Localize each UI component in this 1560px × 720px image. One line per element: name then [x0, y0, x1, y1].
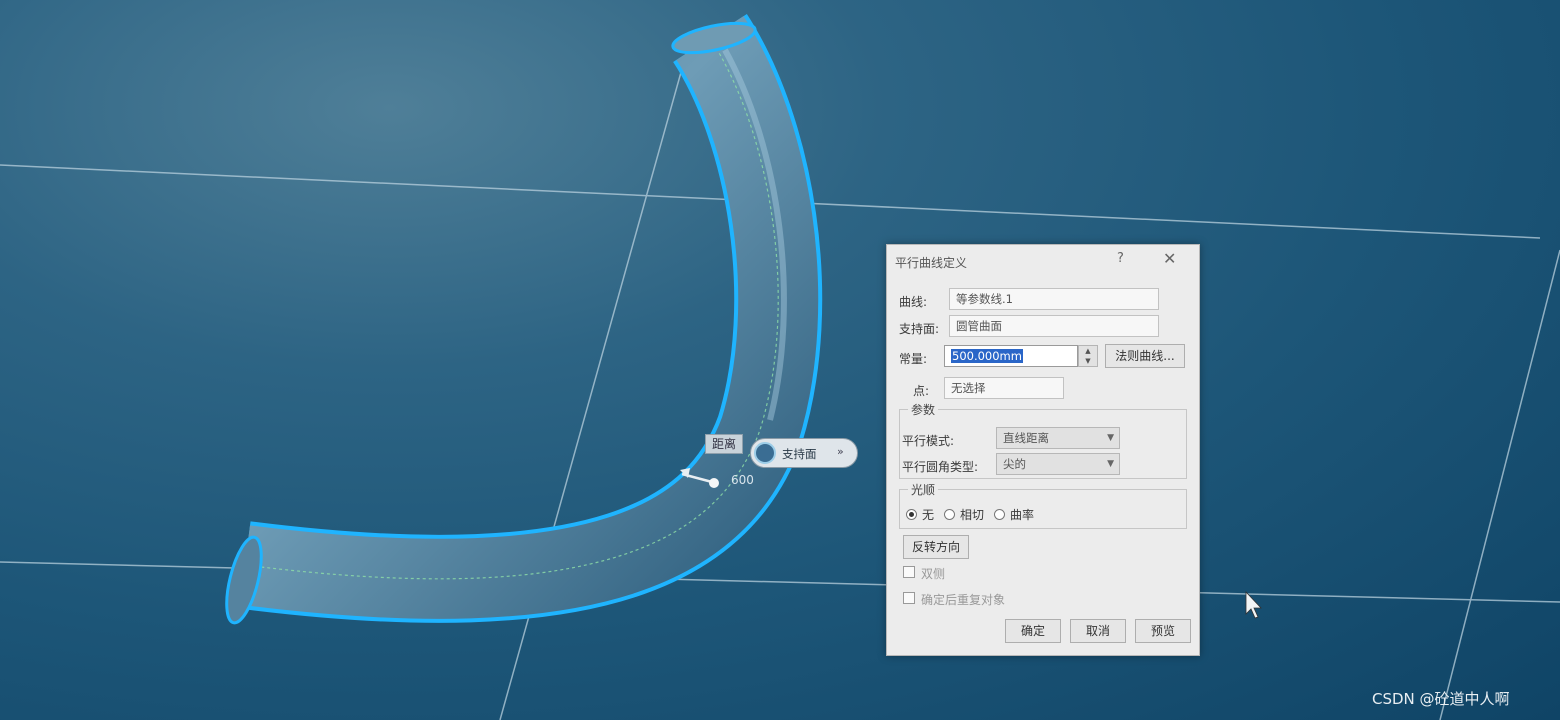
- corner-type-select[interactable]: 尖的 ▼: [996, 453, 1120, 475]
- smooth-curvature-radio[interactable]: [994, 509, 1005, 520]
- support-tag-label: 支持面: [782, 447, 817, 461]
- corner-type-label: 平行圆角类型:: [902, 460, 979, 474]
- help-icon[interactable]: ?: [1117, 251, 1124, 266]
- support-tag[interactable]: 支持面 »: [750, 438, 858, 468]
- preview-button[interactable]: 预览: [1135, 619, 1191, 643]
- distance-tag[interactable]: 距离: [705, 434, 744, 454]
- repeat-object-checkbox[interactable]: [903, 592, 915, 604]
- parameters-group-title: 参数: [908, 401, 939, 418]
- smooth-group: 光顺 无 相切 曲率: [899, 481, 1187, 529]
- 3d-viewport[interactable]: [0, 0, 1560, 720]
- point-label: 点:: [913, 384, 930, 398]
- repeat-object-label: 确定后重复对象: [921, 593, 1006, 607]
- parameters-group: 参数 平行模式: 直线距离 ▼ 平行圆角类型: 尖的 ▼: [899, 401, 1187, 479]
- smooth-group-title: 光顺: [908, 481, 939, 498]
- parallel-mode-value: 直线距离: [1003, 431, 1049, 445]
- support-label: 支持面:: [899, 322, 940, 336]
- mouse-cursor: [1245, 590, 1262, 619]
- spin-up-icon[interactable]: ▲: [1079, 346, 1097, 356]
- spin-down-icon[interactable]: ▼: [1079, 356, 1097, 366]
- parallel-mode-select[interactable]: 直线距离 ▼: [996, 427, 1120, 449]
- curve-label: 曲线:: [899, 295, 928, 309]
- support-field[interactable]: 圆管曲面: [949, 315, 1159, 337]
- smooth-none-label: 无: [922, 508, 935, 522]
- parallel-mode-label: 平行模式:: [902, 434, 955, 448]
- watermark: CSDN @砼道中人啊: [1372, 690, 1510, 708]
- corner-type-value: 尖的: [1003, 457, 1026, 471]
- support-tag-icon: [754, 442, 776, 464]
- constant-spinner[interactable]: ▲ ▼: [1078, 345, 1098, 367]
- constant-value: 500.000mm: [951, 349, 1023, 363]
- ok-button[interactable]: 确定: [1005, 619, 1061, 643]
- curve-field[interactable]: 等参数线.1: [949, 288, 1159, 310]
- distance-readout: 600: [731, 473, 754, 487]
- cancel-button[interactable]: 取消: [1070, 619, 1126, 643]
- constant-input[interactable]: 500.000mm: [944, 345, 1078, 367]
- point-field[interactable]: 无选择: [944, 377, 1064, 399]
- parallel-curve-dialog: 平行曲线定义 ? ✕ 曲线: 等参数线.1 支持面: 圆管曲面 常量: 500.…: [886, 244, 1200, 656]
- law-curve-button[interactable]: 法则曲线...: [1105, 344, 1185, 368]
- both-sides-checkbox[interactable]: [903, 566, 915, 578]
- both-sides-label: 双侧: [921, 567, 946, 581]
- pipe-surface[interactable]: [220, 13, 823, 627]
- smooth-tangent-label: 相切: [960, 508, 985, 522]
- reverse-direction-button[interactable]: 反转方向: [903, 535, 969, 559]
- smooth-none-radio[interactable]: [906, 509, 917, 520]
- dialog-title: 平行曲线定义: [895, 256, 968, 270]
- smooth-curvature-label: 曲率: [1010, 508, 1035, 522]
- expand-arrow-icon[interactable]: »: [837, 445, 844, 458]
- chevron-down-icon: ▼: [1107, 459, 1114, 469]
- chevron-down-icon: ▼: [1107, 433, 1114, 443]
- close-icon[interactable]: ✕: [1163, 249, 1176, 268]
- smooth-tangent-radio[interactable]: [944, 509, 955, 520]
- constant-label: 常量:: [899, 352, 928, 366]
